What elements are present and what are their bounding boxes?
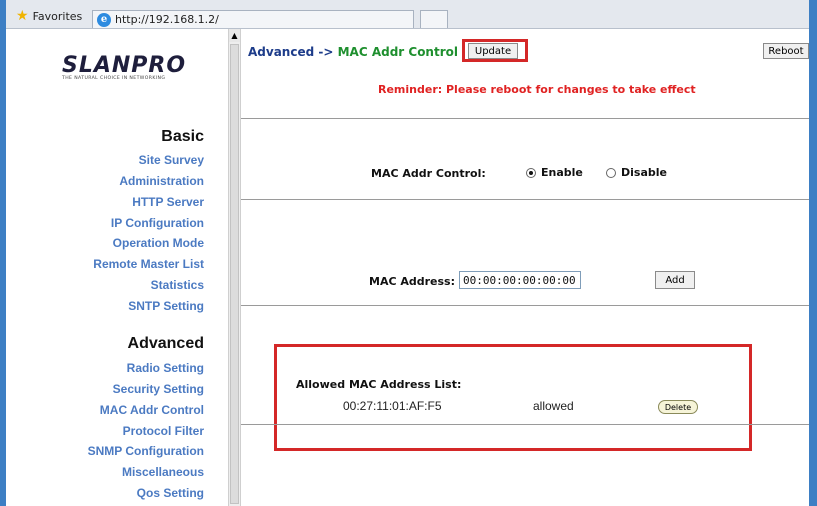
browser-toolbar: ★ Favorites e http://192.168.1.2/: [6, 0, 809, 29]
star-icon: ★: [16, 8, 29, 24]
main-content: Advanced -> MAC Addr Control Update Rebo…: [241, 29, 809, 506]
new-tab-button[interactable]: [420, 10, 448, 28]
allowed-list-highlight-box: [274, 344, 752, 451]
nav-protocol-filter[interactable]: Protocol Filter: [123, 424, 204, 438]
divider: [241, 305, 809, 306]
update-highlight-box: [462, 39, 528, 62]
divider: [241, 118, 809, 119]
nav-snmp-configuration[interactable]: SNMP Configuration: [88, 444, 204, 458]
nav-administration[interactable]: Administration: [119, 174, 204, 188]
nav-radio-setting[interactable]: Radio Setting: [127, 361, 204, 375]
nav-miscellaneous[interactable]: Miscellaneous: [122, 465, 204, 479]
favorites-label: Favorites: [32, 9, 83, 23]
breadcrumb-page: MAC Addr Control: [337, 45, 458, 59]
favorites-button[interactable]: ★ Favorites: [16, 7, 82, 25]
browser-tab[interactable]: e http://192.168.1.2/: [92, 10, 414, 28]
breadcrumb-arrow: ->: [318, 45, 334, 59]
breadcrumb: Advanced -> MAC Addr Control: [248, 45, 458, 59]
nav-site-survey[interactable]: Site Survey: [139, 153, 204, 167]
window-frame-right: [809, 0, 817, 506]
disable-radio[interactable]: Disable: [606, 166, 667, 179]
lanpro-logo: SLANPRO THE NATURAL CHOICE IN NETWORKING: [62, 53, 210, 81]
breadcrumb-section: Advanced: [248, 45, 315, 59]
logo-text: SLANPRO: [62, 53, 187, 78]
scrollbar-thumb[interactable]: [230, 44, 239, 504]
sidebar-scrollbar[interactable]: ▲: [228, 29, 241, 506]
delete-button[interactable]: Delete: [658, 400, 698, 414]
nav-sntp-setting[interactable]: SNTP Setting: [128, 299, 204, 313]
nav-mac-addr-control[interactable]: MAC Addr Control: [100, 403, 204, 417]
disable-label: Disable: [621, 166, 667, 179]
nav-ip-configuration[interactable]: IP Configuration: [111, 216, 204, 230]
allowed-list-title: Allowed MAC Address List:: [296, 378, 462, 391]
mac-address-label: MAC Address:: [369, 275, 456, 288]
ie-icon: e: [97, 12, 111, 27]
radio-unselected-icon: [606, 167, 616, 178]
allowed-entry-status: allowed: [533, 399, 574, 413]
allowed-entry-mac: 00:27:11:01:AF:F5: [343, 399, 442, 413]
section-title-basic: Basic: [161, 128, 204, 145]
reboot-reminder: Reminder: Please reboot for changes to t…: [378, 83, 696, 96]
mac-control-label: MAC Addr Control:: [371, 167, 486, 180]
sidebar: SLANPRO THE NATURAL CHOICE IN NETWORKING…: [6, 29, 228, 506]
reboot-button[interactable]: Reboot: [763, 43, 809, 59]
nav-qos-setting[interactable]: Qos Setting: [137, 486, 204, 500]
add-button[interactable]: Add: [655, 271, 695, 289]
radio-selected-icon: [526, 167, 536, 178]
nav-statistics[interactable]: Statistics: [151, 278, 204, 292]
scroll-up-arrow-icon[interactable]: ▲: [229, 29, 240, 42]
divider: [241, 424, 809, 425]
mac-address-input[interactable]: [459, 271, 581, 289]
nav-operation-mode[interactable]: Operation Mode: [113, 236, 204, 250]
divider: [241, 199, 809, 200]
section-title-advanced: Advanced: [127, 335, 204, 352]
enable-label: Enable: [541, 166, 583, 179]
logo-tagline: THE NATURAL CHOICE IN NETWORKING: [62, 76, 166, 81]
nav-http-server[interactable]: HTTP Server: [132, 195, 204, 209]
nav-remote-master-list[interactable]: Remote Master List: [93, 257, 204, 271]
enable-radio[interactable]: Enable: [526, 166, 583, 179]
nav-security-setting[interactable]: Security Setting: [113, 382, 204, 396]
tab-url: http://192.168.1.2/: [115, 13, 219, 26]
